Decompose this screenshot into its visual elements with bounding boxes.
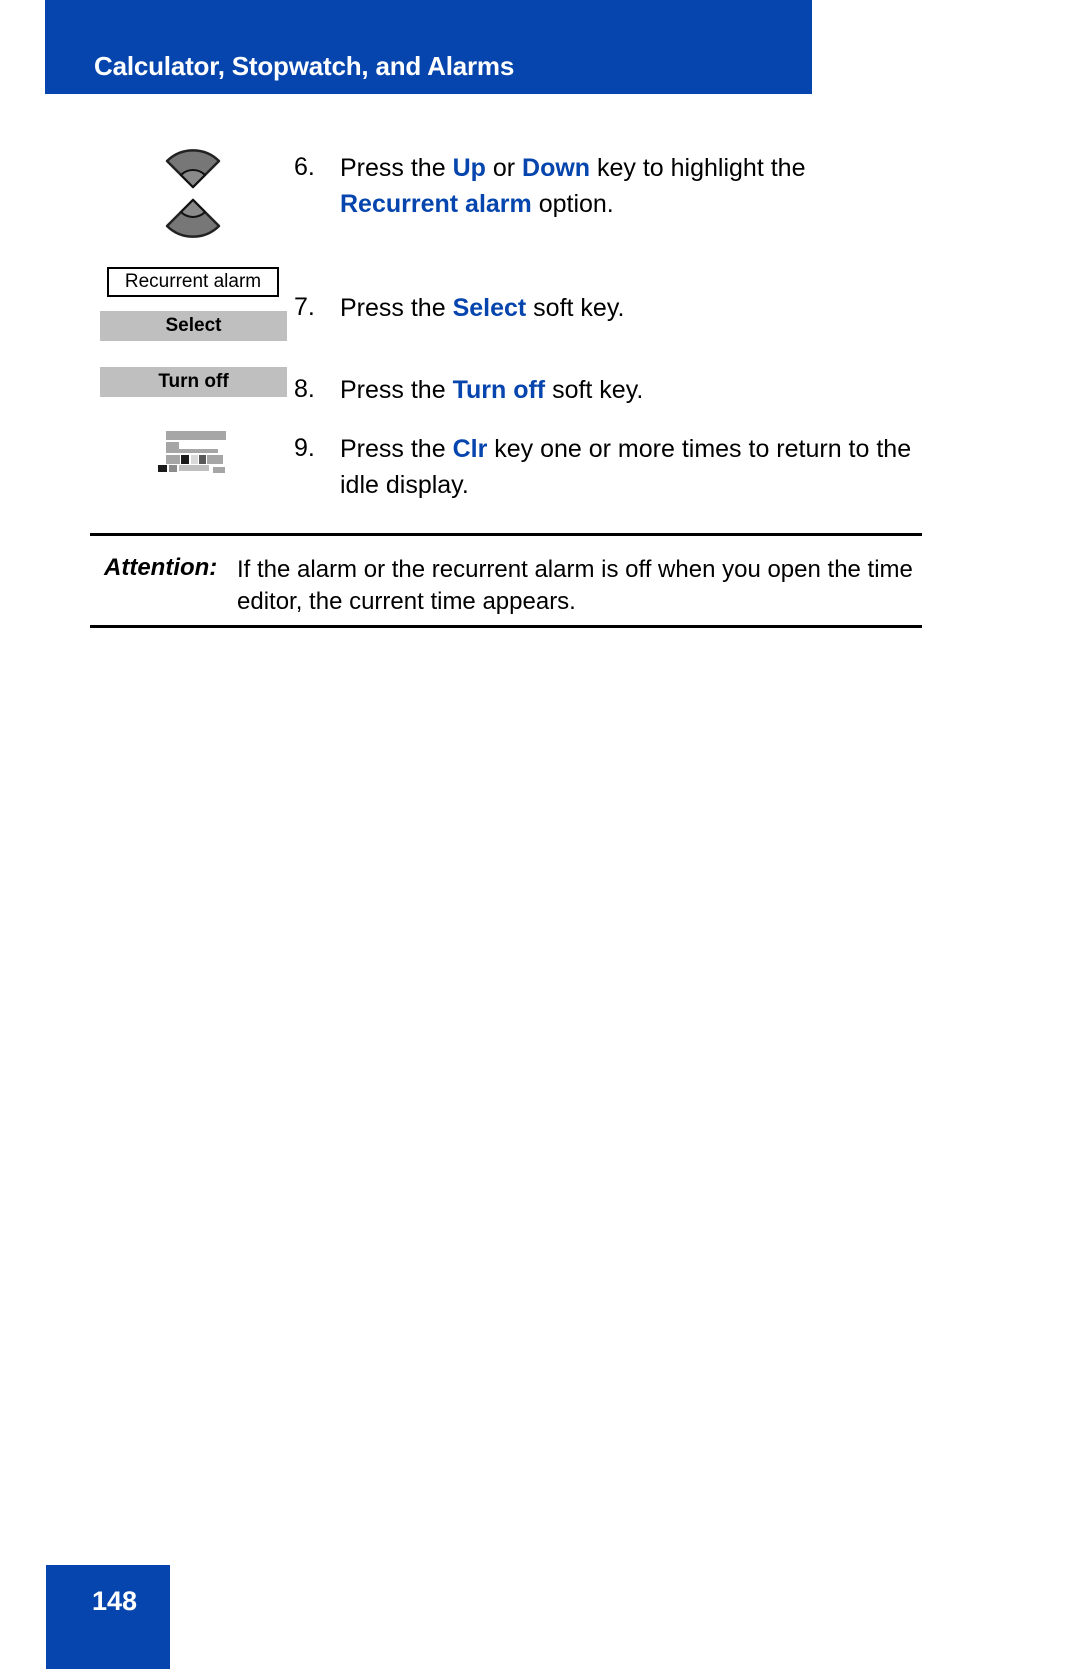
attention-label: Attention: [104, 554, 218, 581]
page-title: Calculator, Stopwatch, and Alarms [94, 51, 515, 81]
keyword-recurrent-alarm: Recurrent alarm [340, 190, 532, 218]
select-soft-key-illustration: Select [100, 311, 287, 341]
step-text: Press the Clr key one or more times to r… [340, 435, 912, 499]
step-number: 7. [294, 293, 315, 321]
display-line-recurrent-alarm: Recurrent alarm [107, 267, 279, 297]
attention-rule-top [90, 533, 922, 536]
attention-text: If the alarm or the recurrent alarm is o… [237, 556, 913, 615]
footer-page-block [46, 1565, 170, 1669]
keyword-select: Select [452, 294, 527, 322]
keyword-down: Down [522, 154, 591, 182]
step-text: Press the Turn off soft key. [340, 376, 644, 404]
turn-off-soft-key-illustration: Turn off [100, 367, 287, 397]
page-number: 148 [92, 1586, 138, 1616]
step-text: Press the Select soft key. [340, 294, 625, 322]
step-number: 6. [294, 153, 315, 181]
step-number: 8. [294, 375, 315, 403]
keyword-turn-off: Turn off [452, 376, 546, 404]
page-header-bar: Calculator, Stopwatch, and Alarms [45, 0, 812, 94]
step-number: 9. [294, 434, 315, 462]
keyword-up: Up [452, 154, 486, 182]
step-text: Press the Up or Down key to highlight th… [340, 154, 806, 218]
clr-key-icon [158, 429, 234, 477]
keyword-clr: Clr [452, 435, 488, 463]
attention-rule-bottom [90, 625, 922, 628]
navigation-up-down-key-icon [157, 140, 229, 247]
